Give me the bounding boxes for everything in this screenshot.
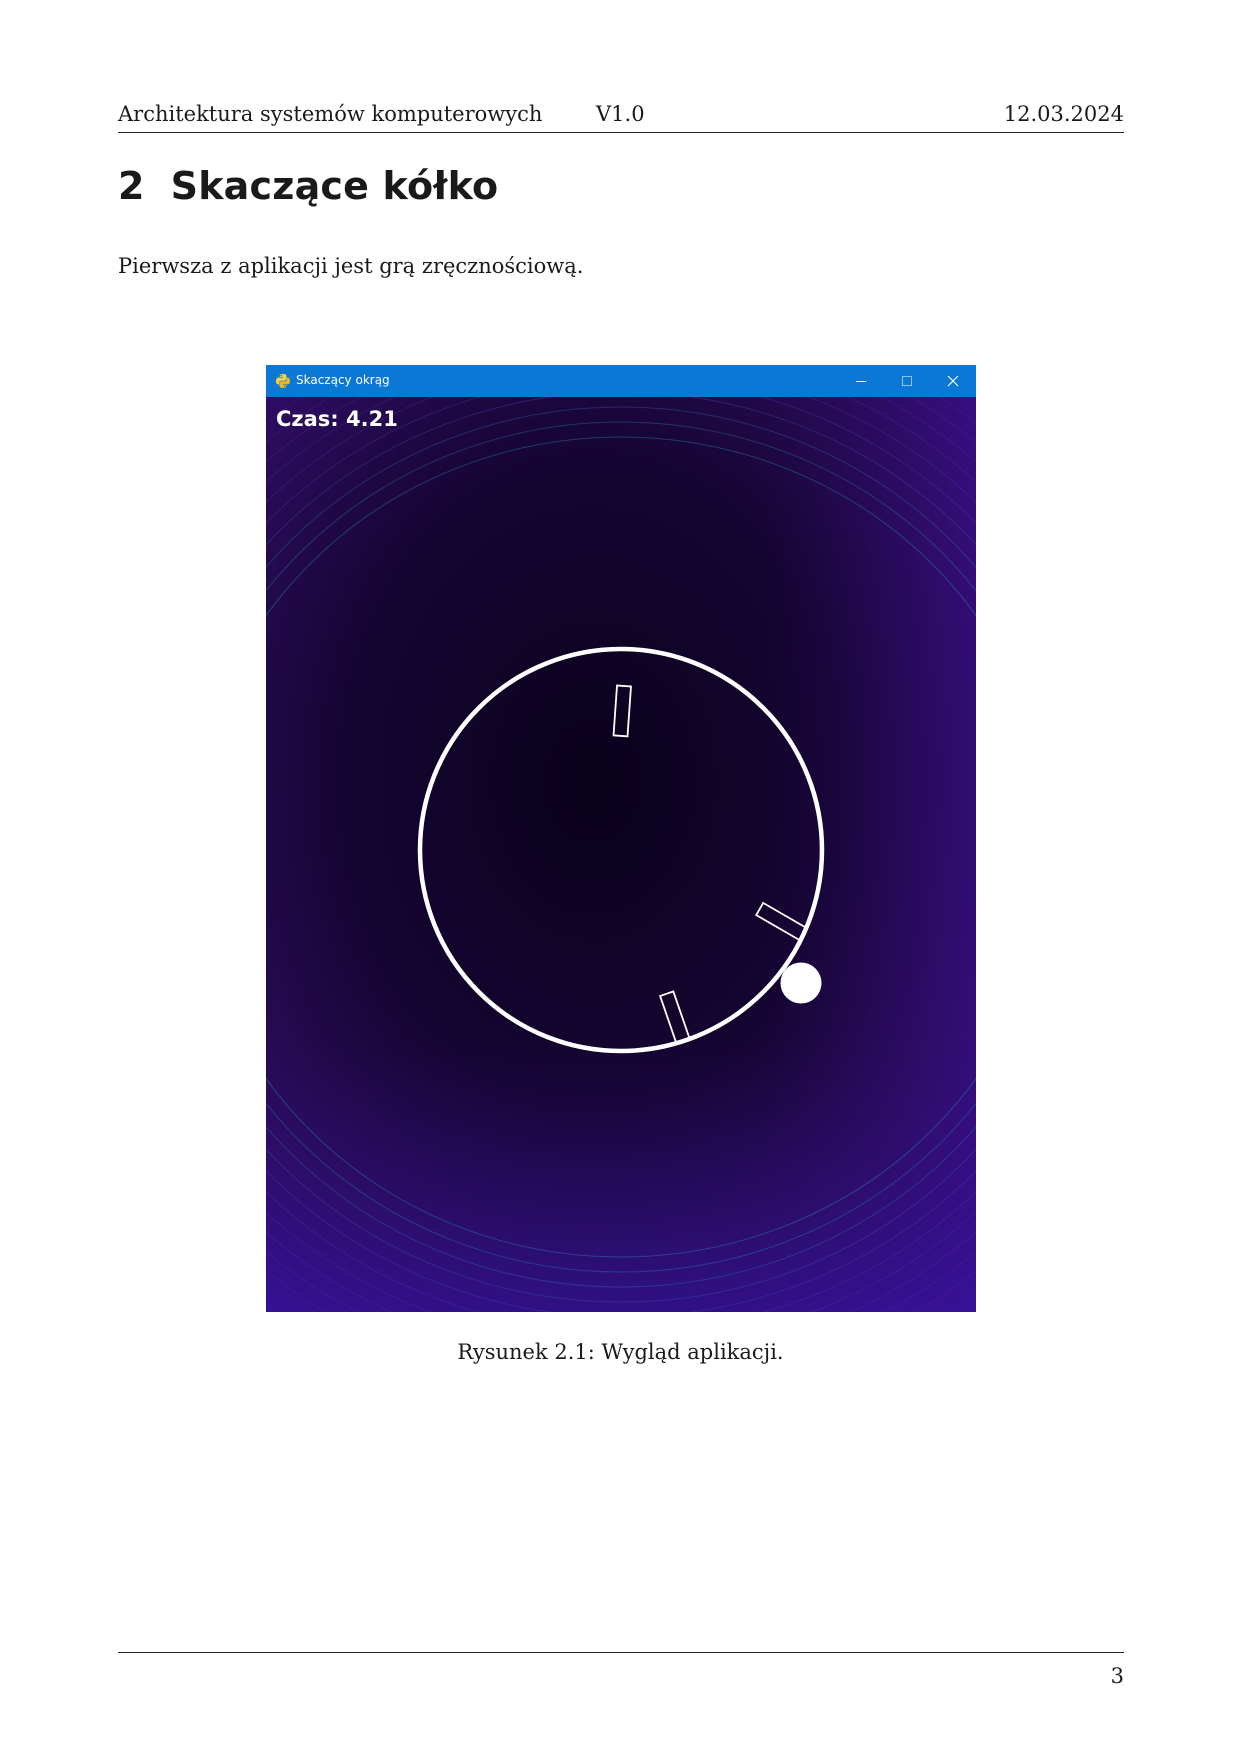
footer-rule — [118, 1652, 1124, 1653]
header-version: V1.0 — [596, 102, 645, 126]
game-canvas[interactable] — [266, 397, 976, 1312]
intro-paragraph: Pierwsza z aplikacji jest grą zręczności… — [118, 254, 584, 278]
figure-caption: Rysunek 2.1: Wygląd aplikacji. — [457, 1340, 784, 1364]
app-screenshot-figure: Skaczący okrąg Czas: 4.21 — [266, 365, 976, 1312]
section-title: Skaczące kółko — [170, 164, 499, 208]
window-title: Skaczący okrąg — [296, 373, 390, 387]
close-icon — [947, 375, 959, 387]
window-titlebar[interactable]: Skaczący okrąg — [266, 365, 976, 397]
minimize-button[interactable] — [838, 365, 884, 397]
close-button[interactable] — [930, 365, 976, 397]
bouncing-ball — [780, 962, 822, 1004]
page-header: Architektura systemów komputerowych V1.0… — [118, 100, 1124, 133]
maximize-icon — [902, 376, 912, 386]
header-course-title: Architektura systemów komputerowych — [118, 102, 543, 126]
header-date: 12.03.2024 — [1003, 102, 1124, 126]
page-number: 3 — [1110, 1664, 1124, 1688]
maximize-button[interactable] — [884, 365, 930, 397]
python-icon — [276, 374, 290, 388]
section-heading: 2 Skaczące kółko — [118, 164, 498, 208]
section-number: 2 — [118, 164, 145, 208]
minimize-icon — [856, 381, 866, 382]
timer-label: Czas: 4.21 — [276, 407, 398, 431]
